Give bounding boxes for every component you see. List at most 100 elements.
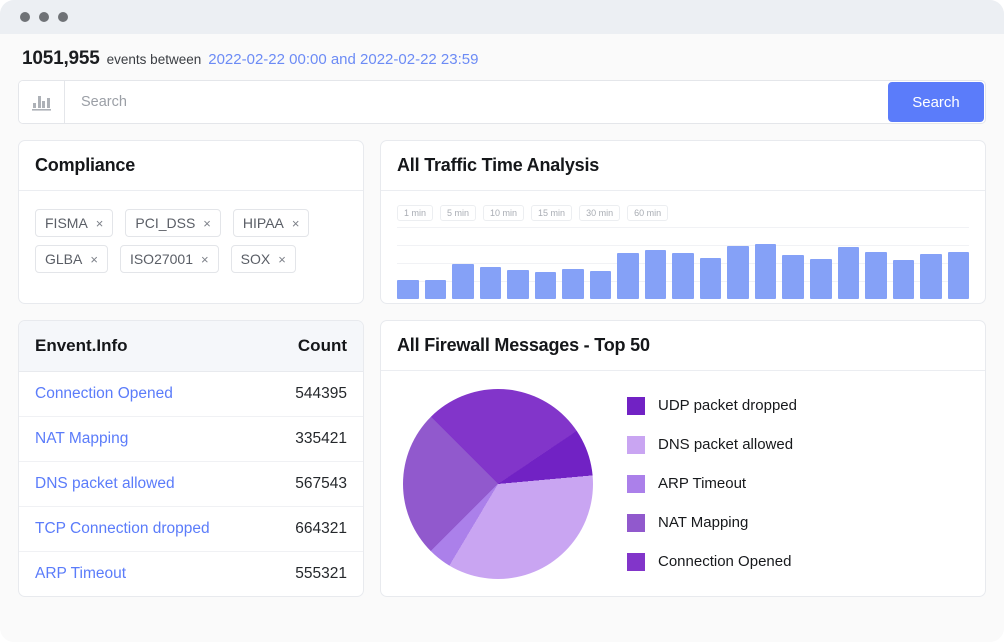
pie-area: UDP packet dropped DNS packet allowed ARP …	[381, 371, 985, 596]
firewall-pie-chart[interactable]	[403, 388, 593, 579]
bar[interactable]	[617, 252, 639, 299]
column-header-event-info[interactable]: Envent.Info	[19, 321, 264, 372]
legend-color-swatch	[627, 513, 645, 532]
bar[interactable]	[809, 259, 832, 299]
bar[interactable]	[920, 254, 942, 299]
legend-item[interactable]: NAT Mapping	[627, 513, 797, 532]
events-between-label: events between	[106, 52, 202, 67]
maximize-dot[interactable]	[58, 12, 68, 22]
close-icon[interactable]: ×	[90, 252, 98, 267]
legend-label: UDP packet dropped	[658, 397, 797, 414]
legend-item[interactable]: DNS packet allowed	[627, 435, 797, 454]
table-row[interactable]: NAT Mapping 335421	[19, 416, 363, 462]
events-table-body: Envent.Info Count Connection Opened 54439…	[19, 321, 363, 596]
close-dot[interactable]	[20, 12, 30, 22]
compliance-tag[interactable]: FISMA ×	[35, 209, 114, 237]
event-info-link[interactable]: NAT Mapping	[19, 416, 264, 462]
bar[interactable]	[947, 252, 970, 299]
legend-color-swatch	[627, 474, 645, 493]
pie-legend: UDP packet dropped DNS packet allowed ARP …	[627, 396, 797, 571]
compliance-tag[interactable]: SOX ×	[230, 245, 296, 273]
legend-label: ARP Timeout	[658, 475, 747, 492]
legend-label: DNS packet allowed	[658, 436, 794, 453]
events-summary: 1051,955 events between 2022-02-22 00:00…	[18, 34, 986, 80]
compliance-tag-label: FISMA	[45, 215, 88, 231]
bar[interactable]	[672, 252, 694, 299]
bar[interactable]	[782, 255, 804, 299]
bar[interactable]	[397, 280, 419, 299]
compliance-tag[interactable]: ISO27001 ×	[119, 245, 219, 273]
interval-pill[interactable]: 15 min	[531, 205, 573, 221]
interval-pill[interactable]: 60 min	[627, 205, 669, 221]
compliance-tag[interactable]: PCI_DSS ×	[125, 209, 221, 237]
events-table: Envent.Info Count Connection Opened 54439…	[19, 321, 363, 596]
compliance-card-body: FISMA × PCI_DSS × HIPAA × GLBA × ISO27001 × SOX ×	[19, 191, 363, 303]
interval-pill[interactable]: 5 min	[440, 205, 477, 221]
event-info-link[interactable]: ARP Timeout	[19, 552, 264, 597]
legend-color-swatch	[627, 435, 645, 454]
bar[interactable]	[589, 270, 612, 299]
search-button[interactable]: Search	[888, 82, 984, 122]
legend-color-swatch	[627, 396, 645, 415]
event-count: 1051,955	[22, 48, 100, 69]
bar[interactable]	[479, 266, 502, 299]
compliance-card: Compliance FISMA × PCI_DSS × HIPAA × GLBA × ISO2…	[18, 140, 364, 304]
bar[interactable]	[562, 268, 584, 299]
firewall-title: All Firewall Messages - Top 50	[397, 335, 650, 355]
bar[interactable]	[507, 270, 529, 299]
interval-pill[interactable]: 1 min	[397, 205, 434, 221]
compliance-tag-label: HIPAA	[242, 215, 284, 231]
table-row[interactable]: ARP Timeout 555321	[19, 552, 363, 597]
close-icon[interactable]: ×	[292, 216, 300, 231]
compliance-tag-label: ISO27001	[129, 251, 194, 267]
close-icon[interactable]: ×	[203, 216, 211, 231]
dashboard-grid: Compliance FISMA × PCI_DSS × HIPAA × GLBA × ISO2…	[18, 140, 986, 597]
bar[interactable]	[699, 257, 722, 299]
compliance-tag[interactable]: HIPAA ×	[232, 209, 310, 237]
event-info-link[interactable]: TCP Connection dropped	[19, 506, 264, 552]
date-range-link[interactable]: 2022-02-22 00:00 and 2022-02-22 23:59	[208, 51, 478, 68]
interval-pill-group: 1 min 5 min 10 min 15 min 30 min 60 min	[397, 205, 969, 221]
event-count-value: 567543	[263, 461, 363, 507]
search-bar: Search	[18, 80, 986, 124]
close-icon[interactable]: ×	[278, 252, 286, 267]
firewall-card-body: UDP packet dropped DNS packet allowed ARP …	[381, 371, 985, 596]
legend-item[interactable]: Connection Opened	[627, 552, 797, 571]
event-info-link[interactable]: DNS packet allowed	[19, 461, 264, 507]
bar[interactable]	[534, 272, 557, 299]
table-row[interactable]: TCP Connection dropped 664321	[19, 506, 363, 552]
bar[interactable]	[452, 263, 474, 299]
bar-chart-icon[interactable]	[19, 81, 65, 123]
bar[interactable]	[424, 280, 447, 299]
bar[interactable]	[727, 246, 749, 299]
close-icon[interactable]: ×	[201, 252, 209, 267]
legend-item[interactable]: UDP packet dropped	[627, 396, 797, 415]
event-count-value: 335421	[263, 416, 363, 462]
compliance-tag-label: PCI_DSS	[135, 215, 196, 231]
bar[interactable]	[892, 260, 915, 299]
minimize-dot[interactable]	[39, 12, 49, 22]
event-info-link[interactable]: Connection Opened	[19, 371, 264, 417]
search-input[interactable]	[65, 81, 887, 123]
traffic-bar-chart	[397, 227, 970, 299]
compliance-card-header: Compliance	[19, 141, 363, 191]
events-table-body-rows: Connection Opened 544395 NAT Mapping 335421…	[19, 371, 363, 597]
interval-pill[interactable]: 30 min	[579, 205, 621, 221]
legend-item[interactable]: ARP Timeout	[627, 474, 797, 493]
bar[interactable]	[865, 252, 887, 299]
column-header-count[interactable]: Count	[263, 321, 363, 372]
table-row[interactable]: DNS packet allowed 567543	[19, 461, 363, 507]
bar[interactable]	[754, 243, 777, 299]
events-table-head: Envent.Info Count	[19, 321, 363, 372]
bar[interactable]	[837, 247, 860, 299]
bar[interactable]	[644, 250, 667, 299]
time-analysis-card: All Traffic Time Analysis 1 min 5 min 10 m…	[380, 140, 986, 304]
window-title-bar	[0, 0, 1004, 34]
close-icon[interactable]: ×	[96, 216, 104, 231]
compliance-tag[interactable]: GLBA ×	[35, 245, 108, 273]
compliance-title: Compliance	[35, 155, 136, 175]
table-row[interactable]: Connection Opened 544395	[19, 371, 363, 417]
legend-label: NAT Mapping	[658, 514, 749, 531]
interval-pill[interactable]: 10 min	[483, 205, 525, 221]
legend-color-swatch	[627, 552, 645, 571]
